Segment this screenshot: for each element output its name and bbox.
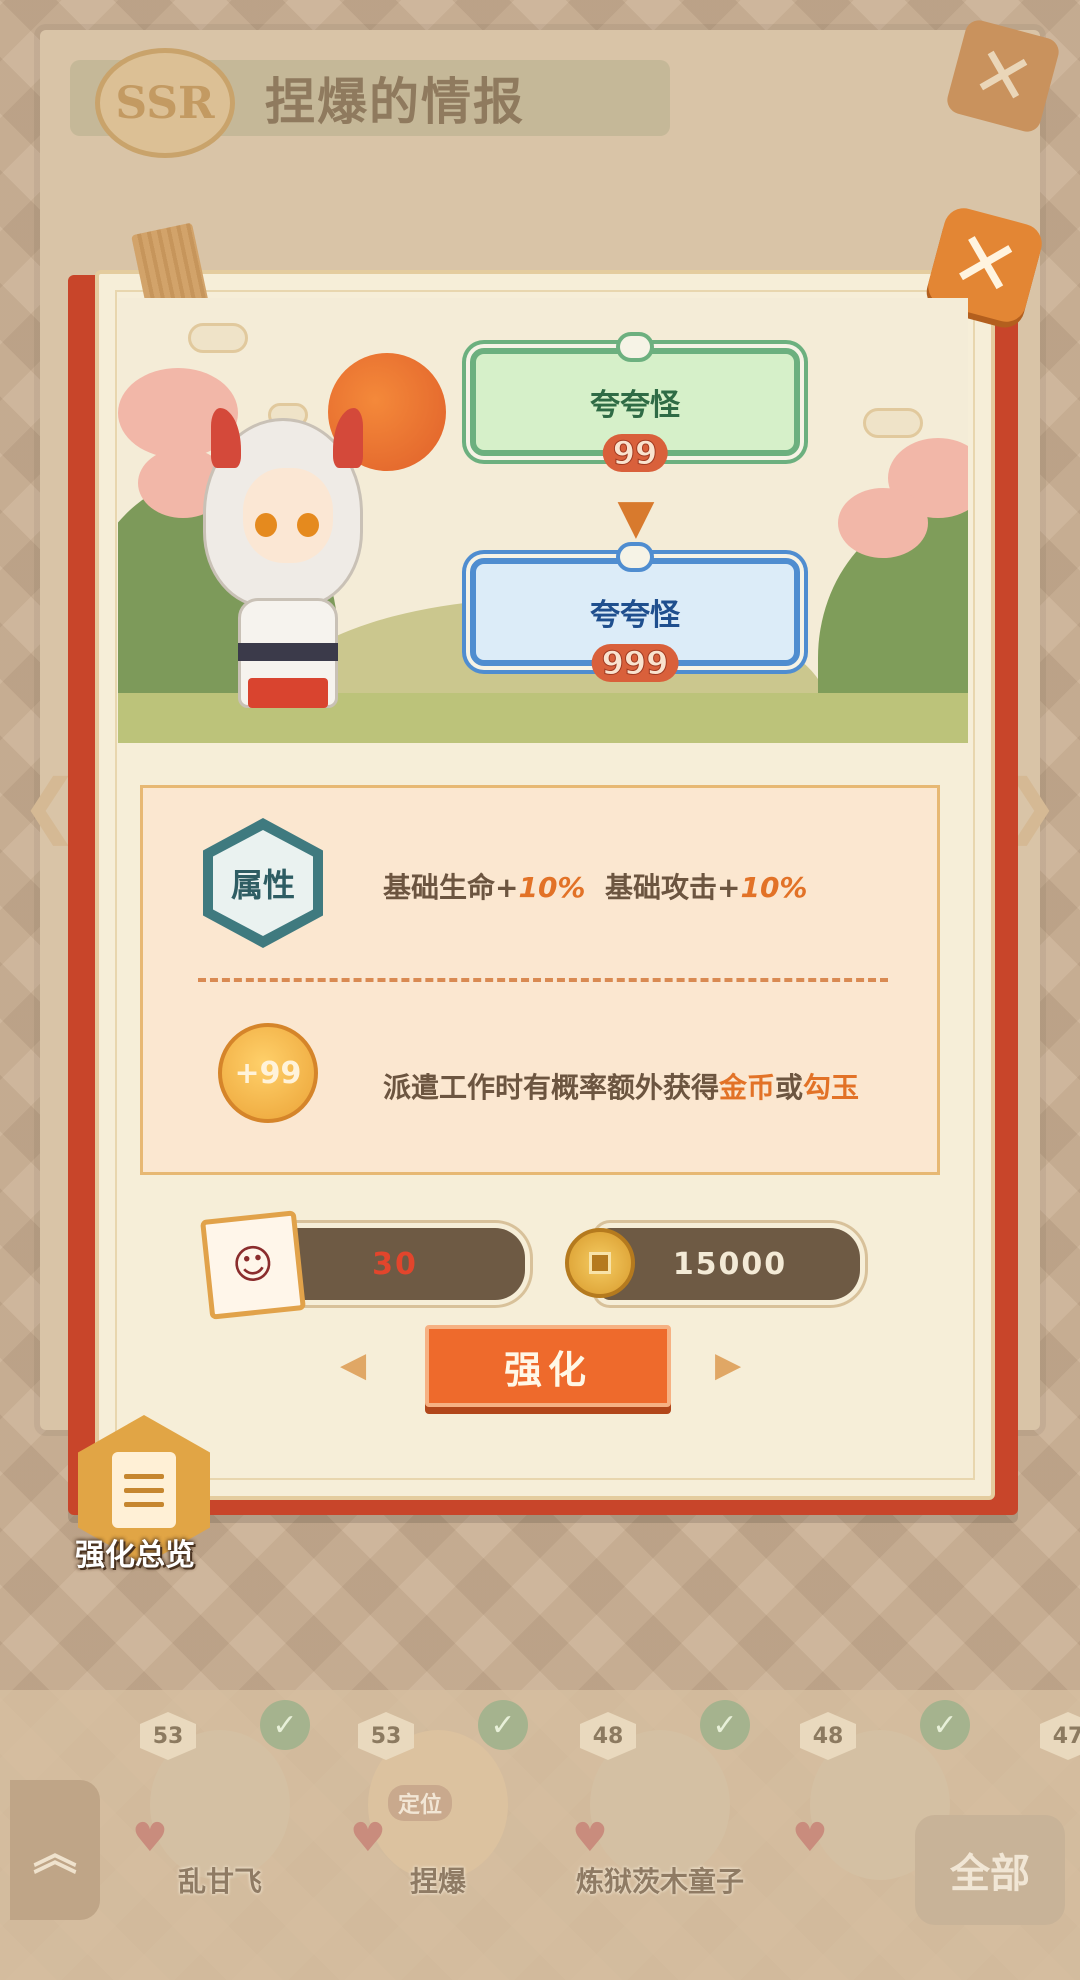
roster-item[interactable]: 48 ✓ ♥ 炼狱茨木童子 [560, 1700, 760, 1900]
roster-item-selected[interactable]: 53 ✓ 定位 ♥ 捏爆 [338, 1700, 538, 1900]
cloud-decoration [188, 323, 248, 353]
knot-icon [616, 332, 654, 362]
shard-cost-bar: 30 [265, 1228, 525, 1300]
check-icon: ✓ [920, 1700, 970, 1750]
coin-cost-bar: 15000 [600, 1228, 860, 1300]
attribute-hp-value: 10% [518, 871, 586, 904]
current-title-ribbon: 夸夸怪 99 [470, 332, 800, 473]
enhance-overview-label[interactable]: 强化总览 [75, 1530, 195, 1574]
current-title-name: 夸夸怪 [590, 388, 680, 423]
attribute-hp-label: 基础生命+ [383, 871, 519, 904]
attribute-atk-value: 10% [740, 871, 808, 904]
check-icon: ✓ [260, 1700, 310, 1750]
attribute-badge-label: 属性 [213, 830, 313, 936]
blossom-decoration [838, 488, 928, 558]
attribute-atk-label: 基础攻击+ [605, 871, 741, 904]
cloud-decoration [863, 408, 923, 438]
shard-cost-value: 30 [372, 1246, 418, 1282]
document-icon [112, 1452, 176, 1528]
roster-name: 乱甘飞 [177, 1865, 262, 1898]
all-filter-button[interactable]: 全部 [915, 1815, 1065, 1925]
expand-up-icon[interactable]: ︽ [10, 1780, 100, 1920]
horn-decoration [211, 408, 241, 468]
heart-icon: ♥ [792, 1815, 828, 1861]
enhance-button[interactable]: 强化 [425, 1325, 671, 1407]
horn-decoration [333, 408, 363, 468]
ssr-badge: SSR [95, 48, 235, 158]
locate-tag: 定位 [388, 1785, 453, 1821]
level-badge: 47 [1040, 1712, 1080, 1760]
roster-item[interactable]: 53 ✓ ♥ 乱甘飞 [120, 1700, 320, 1900]
triangle-decoration: ◀ [340, 1345, 367, 1385]
next-title-ribbon: 夸夸怪 999 [470, 542, 800, 683]
character-shard-icon: ☺ [200, 1210, 306, 1320]
heart-icon: ♥ [572, 1815, 608, 1861]
character-avatar [193, 408, 373, 728]
check-icon: ✓ [478, 1700, 528, 1750]
knot-icon [616, 542, 654, 572]
heart-icon: ♥ [132, 1815, 168, 1861]
check-icon: ✓ [700, 1700, 750, 1750]
dispatch-label: 派遣工作时有概率额外获得 [383, 1071, 720, 1104]
attribute-bonus-text: 基础生命+10% 基础攻击+10% [383, 866, 808, 906]
dispatch-reward-gold: 金币 [719, 1071, 776, 1104]
current-title-level: 99 [602, 434, 668, 473]
coin-cost-value: 15000 [672, 1246, 788, 1282]
gold-coin-icon [565, 1228, 635, 1298]
arrow-down-icon: ▼ [617, 489, 655, 545]
triangle-decoration: ▶ [715, 1345, 742, 1385]
dashed-divider [198, 978, 888, 982]
dispatch-bonus-text: 派遣工作时有概率额外获得金币或勾玉 [383, 1066, 859, 1106]
page-title: 捏爆的情报 [265, 72, 525, 131]
next-title-level: 999 [591, 644, 679, 683]
roster-name: 捏爆 [409, 1865, 466, 1898]
attribute-badge: 属性 [203, 818, 323, 948]
heart-icon: ♥ [350, 1815, 386, 1861]
bonus-info-box: 属性 基础生命+10% 基础攻击+10% +99 派遣工作时有概率额外获得金币或… [140, 785, 940, 1175]
dispatch-reward-jade: 勾玉 [803, 1071, 860, 1104]
next-title-name: 夸夸怪 [590, 598, 680, 633]
roster-name: 炼狱茨木童子 [575, 1865, 744, 1898]
bonus-coin-icon: +99 [218, 1023, 318, 1123]
dispatch-or: 或 [775, 1071, 804, 1104]
